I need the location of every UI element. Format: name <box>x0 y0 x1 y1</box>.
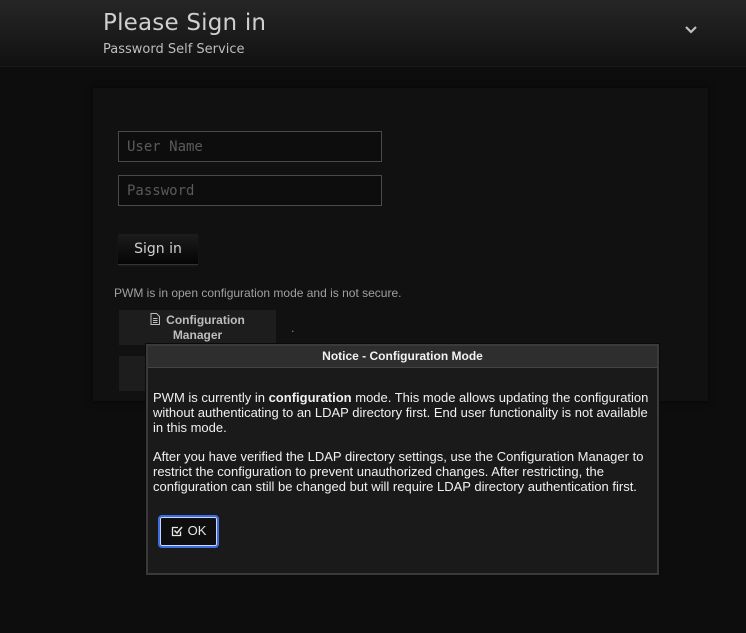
ok-label: OK <box>187 523 207 538</box>
dialog-body: PWM is currently in configuration mode. … <box>153 390 653 508</box>
chevron-down-icon[interactable] <box>684 21 698 35</box>
config-button-label-2: Manager <box>172 328 223 343</box>
sign-in-button[interactable]: Sign in <box>118 234 198 265</box>
page-title: Please Sign in <box>103 10 267 36</box>
configuration-manager-button[interactable]: Configuration Manager <box>119 310 276 345</box>
document-icon <box>150 313 161 328</box>
password-input[interactable] <box>118 175 382 206</box>
config-mode-warning: PWM is in open configuration mode and is… <box>114 286 402 300</box>
dialog-paragraph-2: After you have verified the LDAP directo… <box>153 449 644 494</box>
dialog-paragraph-1: PWM is currently in configuration mode. … <box>153 390 653 435</box>
notice-dialog: Notice - Configuration Mode PWM is curre… <box>146 344 659 575</box>
config-button-label-1: Configuration <box>166 312 245 327</box>
para1-bold: configuration <box>268 390 352 405</box>
dialog-title: Notice - Configuration Mode <box>148 346 657 368</box>
config-dot: . <box>291 322 295 335</box>
para1-pre: PWM is currently in <box>153 390 269 405</box>
page-subtitle: Password Self Service <box>103 42 245 57</box>
ok-button[interactable]: OK <box>158 515 219 548</box>
username-input[interactable] <box>118 131 382 162</box>
check-square-icon <box>171 525 183 540</box>
page: Please Sign in Password Self Service Sig… <box>0 0 746 633</box>
header: Please Sign in Password Self Service <box>0 0 746 67</box>
